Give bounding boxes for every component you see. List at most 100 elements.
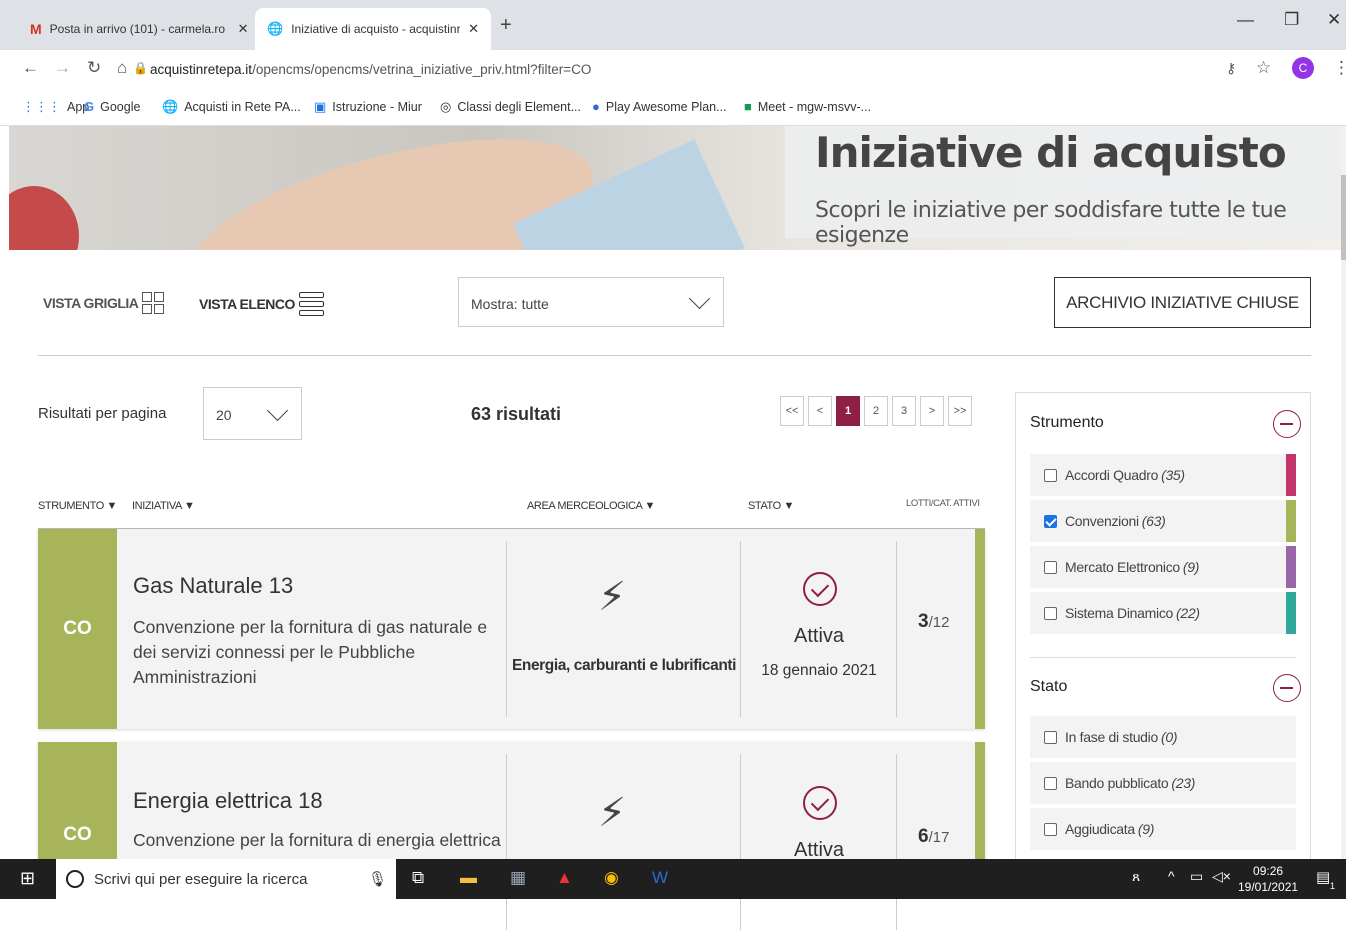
grid-icon — [142, 292, 165, 314]
check-circle-icon — [803, 786, 837, 820]
close-tab-icon[interactable]: ✕ — [238, 21, 249, 37]
color-tag — [1286, 454, 1296, 496]
taskbar-search[interactable]: Scrivi qui per eseguire la ricerca 🎙 — [56, 859, 396, 899]
color-tag — [1286, 500, 1296, 542]
chrome-icon[interactable]: ◉ — [604, 868, 619, 888]
filter-in-fase-di-studio[interactable]: In fase di studio (0) — [1030, 716, 1296, 760]
notifications-icon[interactable]: ▤ — [1316, 868, 1330, 886]
clock-time: 09:26 — [1253, 864, 1284, 878]
page-next[interactable]: > — [920, 396, 944, 426]
grid-view-button[interactable]: VISTA GRIGLIA — [43, 292, 165, 314]
instrument-badge: CO — [38, 529, 117, 729]
filter-accordi-quadro[interactable]: Accordi Quadro (35) — [1030, 454, 1296, 498]
checkbox[interactable] — [1044, 468, 1057, 482]
show-filter-select[interactable]: Mostra: tutte — [458, 277, 724, 327]
restore-icon[interactable]: ❐ — [1284, 10, 1299, 30]
bookmark-play[interactable]: ● Play Awesome Plan... — [592, 99, 727, 114]
checkbox[interactable] — [1044, 730, 1057, 744]
tab-gmail[interactable]: M Posta in arrivo (101) - carmela.ro ✕ — [18, 8, 261, 50]
back-icon[interactable]: ← — [22, 58, 39, 78]
calculator-icon[interactable]: ▦ — [510, 868, 526, 888]
miur-icon: ▣ — [314, 99, 327, 114]
lots-active: 3 — [918, 611, 929, 632]
word-icon[interactable]: W — [652, 868, 668, 888]
clock[interactable]: 09:26 19/01/2021 — [1238, 863, 1298, 895]
filter-count: (0) — [1160, 729, 1178, 745]
bookmark-acquisti[interactable]: 🌐 Acquisti in Rete PA... — [162, 99, 301, 115]
initiative-title[interactable]: Gas Naturale 13 — [133, 573, 293, 599]
microphone-icon[interactable]: 🎙 — [368, 870, 387, 888]
close-window-icon[interactable]: ✕ — [1327, 10, 1341, 30]
acrobat-icon[interactable]: ▲ — [556, 868, 573, 888]
clock-date: 19/01/2021 — [1238, 880, 1299, 894]
tab-iniziative[interactable]: 🌐 Iniziative di acquisto - acquistinre ✕ — [255, 8, 491, 50]
page-3[interactable]: 3 — [892, 396, 916, 426]
list-view-button[interactable]: VISTA ELENCO — [199, 292, 324, 316]
checkbox[interactable] — [1044, 776, 1057, 790]
initiative-card[interactable]: CO Gas Naturale 13 Convenzione per la fo… — [38, 529, 985, 729]
profile-avatar[interactable]: C — [1292, 57, 1314, 79]
home-icon[interactable]: ⌂ — [117, 58, 127, 78]
page-1[interactable]: 1 — [836, 396, 860, 426]
checkbox[interactable] — [1044, 822, 1057, 836]
reload-icon[interactable]: ↻ — [87, 58, 101, 78]
task-view-icon[interactable]: ⧉ — [412, 868, 424, 888]
archive-closed-initiatives-button[interactable]: ARCHIVIO INIZIATIVE CHIUSE — [1054, 277, 1311, 328]
page-2[interactable]: 2 — [864, 396, 888, 426]
tray-chevron-icon[interactable]: ^ — [1168, 868, 1175, 884]
people-icon[interactable]: ጸ — [1132, 868, 1140, 885]
col-stato[interactable]: STATO ▼ — [748, 500, 794, 512]
results-per-page-select[interactable]: 20 — [203, 387, 302, 440]
filter-sistema-dinamico[interactable]: Sistema Dinamico (22) — [1030, 592, 1296, 636]
divider — [896, 754, 897, 930]
filter-label: Accordi Quadro — [1065, 467, 1159, 483]
scrollbar-thumb[interactable] — [1341, 175, 1346, 260]
lots-total: /17 — [928, 829, 950, 846]
bookmark-miur[interactable]: ▣ Istruzione - Miur — [314, 99, 422, 115]
page-prev[interactable]: < — [808, 396, 832, 426]
col-iniziativa[interactable]: INIZIATIVA ▼ — [132, 500, 195, 512]
filter-count: (23) — [1171, 775, 1196, 791]
close-tab-icon[interactable]: ✕ — [468, 21, 479, 37]
collapse-stato-icon[interactable] — [1273, 674, 1301, 702]
filter-aggiudicata[interactable]: Aggiudicata (9) — [1030, 808, 1296, 852]
filter-convenzioni[interactable]: Convenzioni (63) — [1030, 500, 1296, 544]
volume-icon[interactable]: ◁× — [1212, 868, 1231, 885]
filter-bando-pubblicato[interactable]: Bando pubblicato (23) — [1030, 762, 1296, 806]
menu-dots-icon[interactable]: ⋮ — [1333, 58, 1346, 78]
bookmark-star-icon[interactable]: ☆ — [1256, 58, 1271, 78]
bookmark-google[interactable]: G Google — [84, 99, 140, 114]
col-strumento[interactable]: STRUMENTO ▼ — [38, 500, 117, 512]
page-last[interactable]: >> — [948, 396, 972, 426]
page-first[interactable]: << — [780, 396, 804, 426]
col-area[interactable]: AREA MERCEOLOGICA ▼ — [527, 500, 655, 512]
network-icon[interactable]: ▭ — [1190, 868, 1203, 885]
windows-start-icon[interactable]: ⊞ — [20, 868, 35, 889]
bookmark-app[interactable]: ⋮⋮⋮ App — [22, 99, 89, 115]
sort-down-icon: ▼ — [106, 500, 118, 512]
bookmark-label: Acquisti in Rete PA... — [184, 100, 301, 114]
checkbox-checked[interactable] — [1044, 514, 1057, 528]
file-explorer-icon[interactable]: ▬ — [460, 868, 477, 888]
checkbox[interactable] — [1044, 560, 1057, 574]
lots-active: 6 — [918, 826, 929, 847]
windows-taskbar: ⊞ Scrivi qui per eseguire la ricerca 🎙 ⧉… — [0, 859, 1346, 899]
col-lotti: LOTTI/CAT. ATTIVI — [906, 498, 980, 509]
power-tower-icon: ⚡ — [598, 575, 627, 619]
initiative-title[interactable]: Energia elettrica 18 — [133, 788, 323, 814]
checkbox[interactable] — [1044, 606, 1057, 620]
minimize-icon[interactable]: — — [1237, 10, 1254, 30]
divider — [506, 754, 507, 930]
url-field[interactable]: acquistinretepa.it/opencms/opencms/vetri… — [150, 62, 591, 77]
bookmark-meet[interactable]: ■ Meet - mgw-msvv-... — [744, 99, 871, 114]
new-tab-button[interactable]: + — [500, 14, 512, 37]
lock-icon[interactable]: 🔒 — [133, 61, 148, 75]
filter-mercato-elettronico[interactable]: Mercato Elettronico (9) — [1030, 546, 1296, 590]
filter-count: (9) — [1182, 559, 1200, 575]
bookmark-classi[interactable]: ◎ Classi degli Element... — [440, 99, 581, 115]
forward-icon[interactable]: → — [54, 58, 71, 78]
collapse-strumento-icon[interactable] — [1273, 410, 1301, 438]
divider — [896, 541, 897, 717]
key-icon[interactable]: ⚷ — [1226, 60, 1236, 77]
list-view-label: VISTA ELENCO — [199, 296, 295, 312]
